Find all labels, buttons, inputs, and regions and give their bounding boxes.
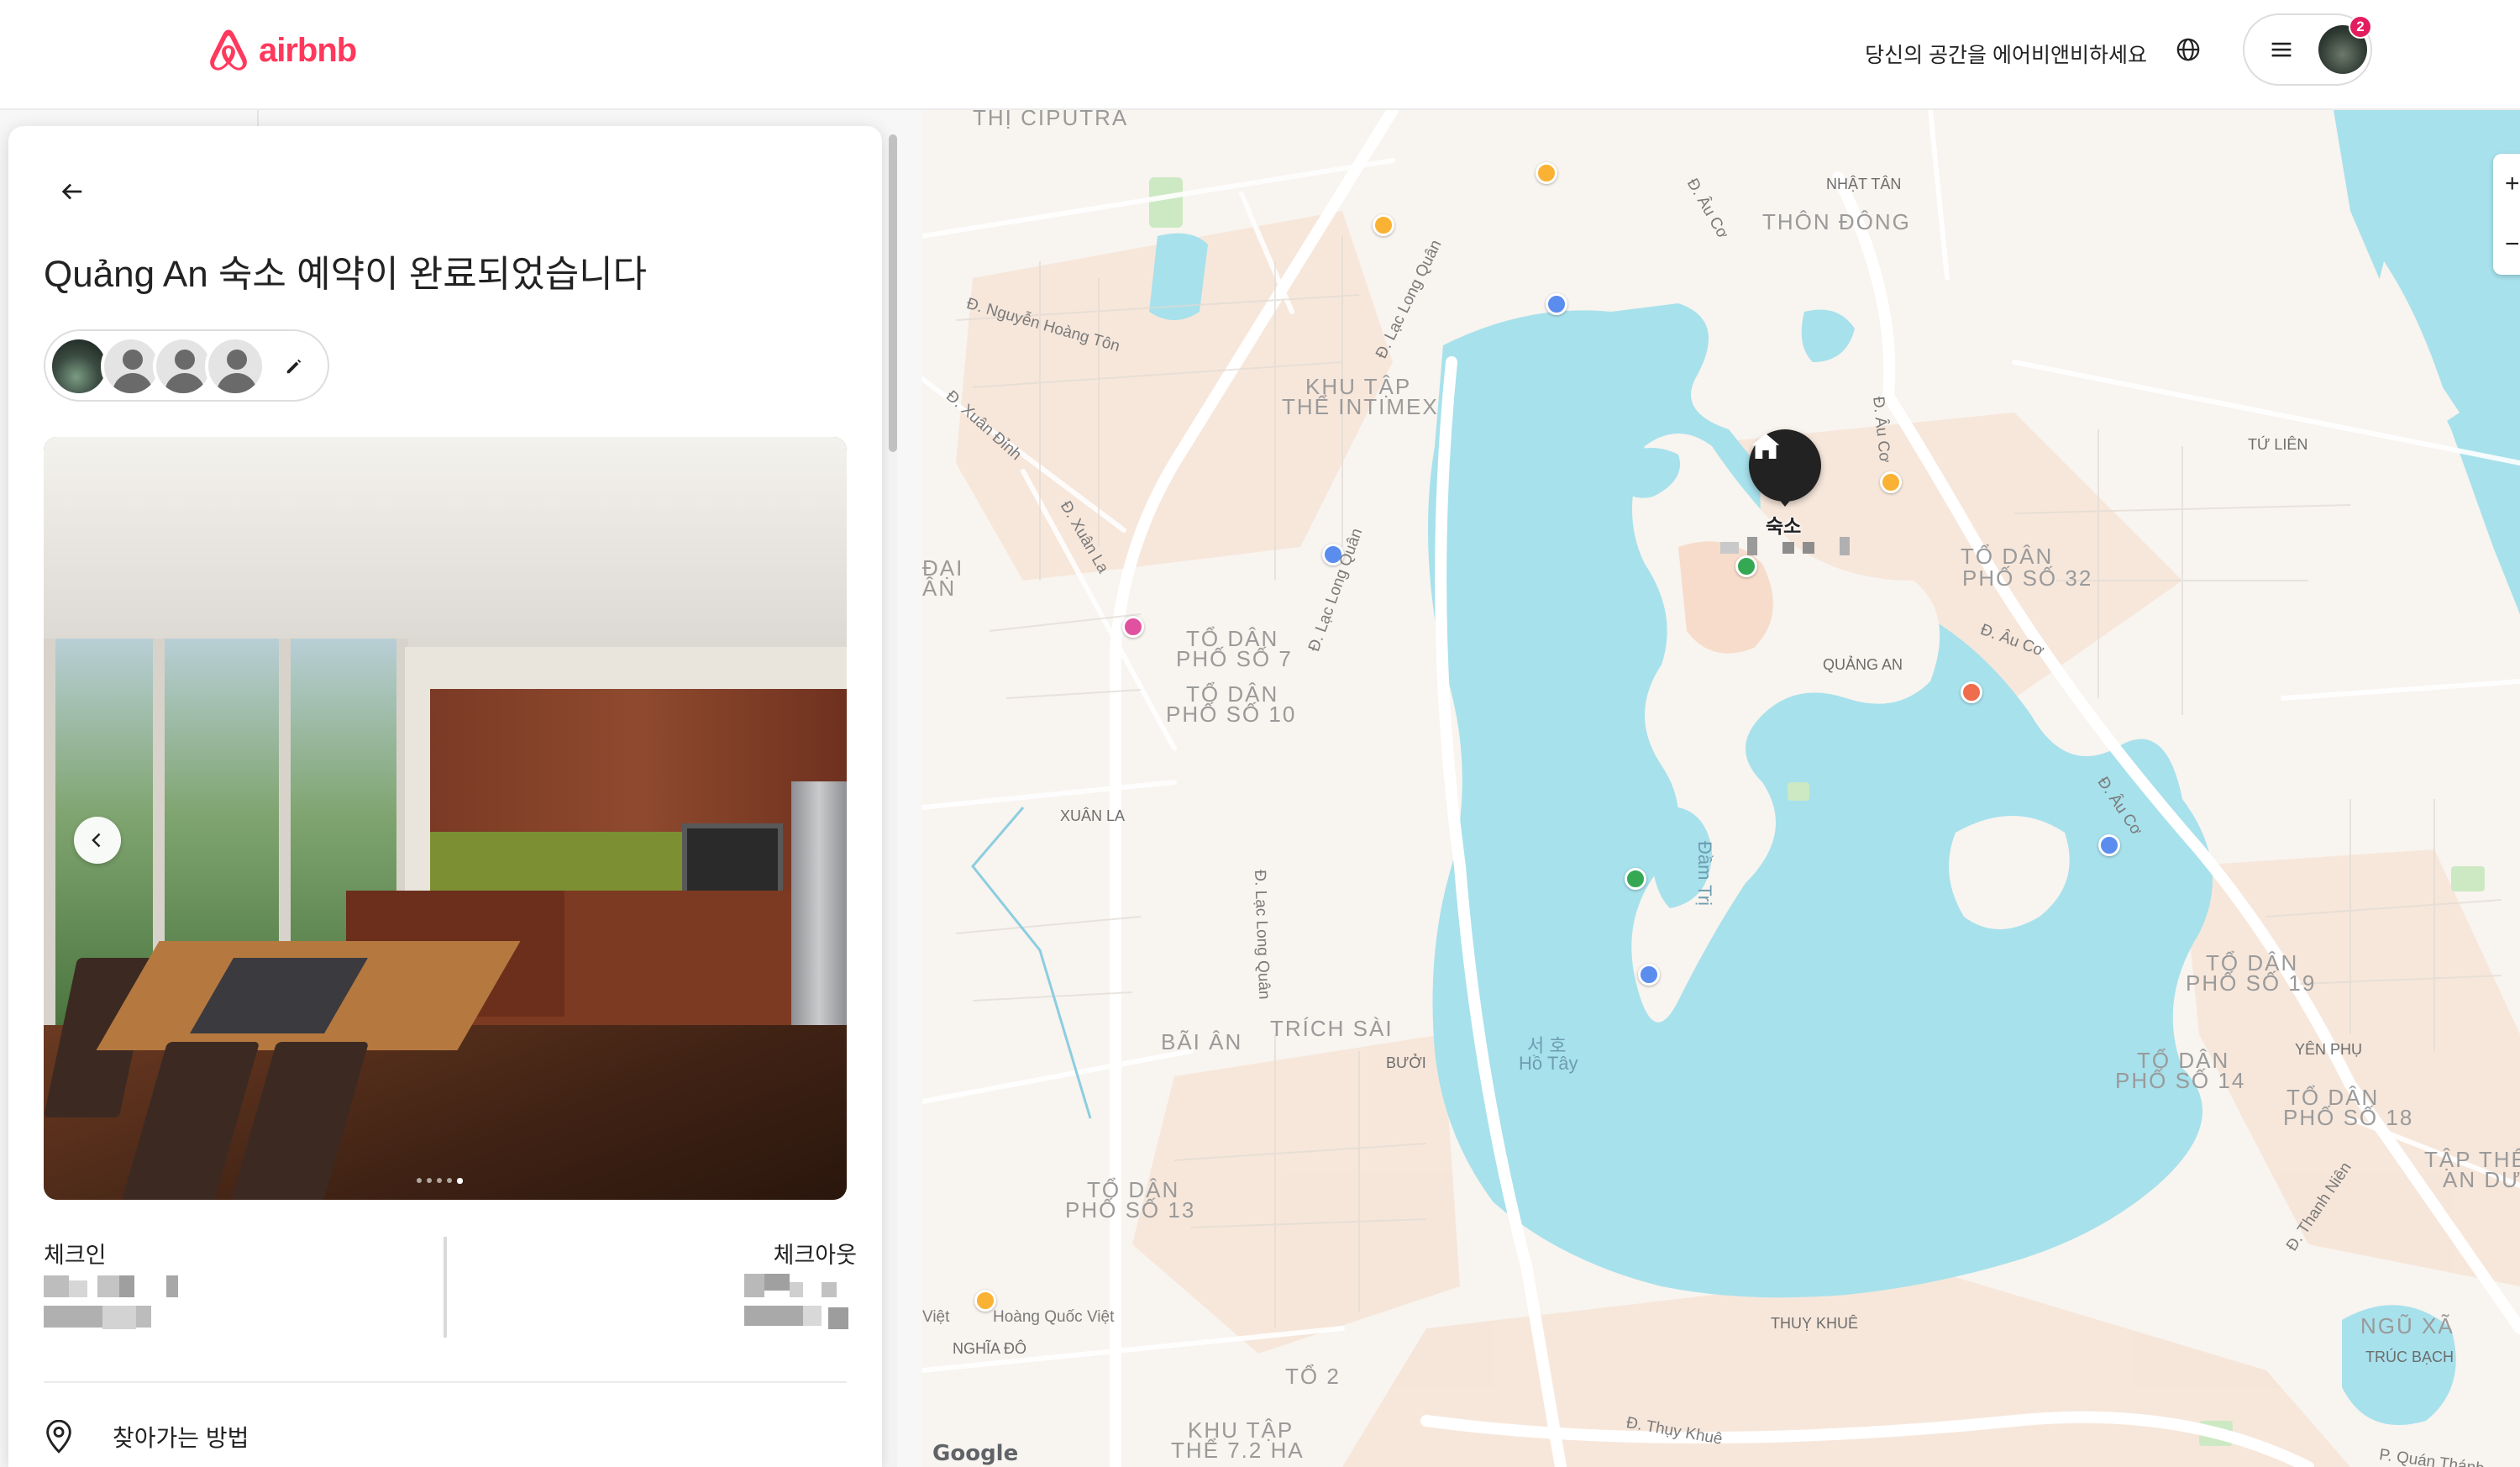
section-divider	[44, 1381, 847, 1383]
menu-icon	[2271, 42, 2292, 57]
map-label: THÔN ĐÔNG	[1762, 209, 1911, 234]
brand-name: airbnb	[259, 31, 357, 69]
map-zoom-controls[interactable]: + −	[2493, 154, 2520, 275]
listing-map-pin[interactable]	[1749, 429, 1821, 507]
map-label: YÊN PHỤ	[2295, 1041, 2363, 1058]
map-label: PHỐ SỐ 32	[1962, 565, 2093, 591]
map-label: BÃI ÂN	[1161, 1029, 1243, 1054]
poi-marker[interactable]	[1122, 616, 1144, 638]
map-label: PHỐ SỐ 7	[1176, 646, 1293, 671]
checkin-label: 체크인	[44, 1243, 107, 1268]
arrow-left-icon	[61, 183, 82, 200]
map-label: PHỐ SỐ 10	[1166, 702, 1297, 727]
carousel-dots	[417, 1178, 463, 1184]
scrollbar-thumb[interactable]	[889, 134, 897, 452]
map-label: QUẢNG AN	[1823, 656, 1903, 673]
map-label: PHỐ SỐ 13	[1065, 1197, 1196, 1222]
map-label: AN DƯ	[2443, 1167, 2520, 1192]
house-icon	[1751, 434, 1780, 459]
poi-marker[interactable]	[1735, 555, 1757, 577]
poi-marker[interactable]	[1625, 868, 1646, 890]
chevron-left-icon	[92, 833, 101, 848]
host-your-home-link[interactable]: 당신의 공간을 에어비앤비하세요	[1858, 34, 2154, 74]
page-title: Quảng An 숙소 예약이 완료되었습니다	[44, 254, 648, 295]
map-label: THỂ INTIMEX	[1282, 394, 1439, 419]
carousel-prev-button[interactable]	[74, 817, 121, 864]
poi-marker[interactable]	[1373, 214, 1394, 236]
map-label: Việt	[922, 1308, 950, 1326]
lake-label: Hồ Tây	[1519, 1053, 1578, 1074]
panel-scrollbar[interactable]	[889, 134, 897, 1467]
map-canvas	[922, 110, 2520, 1467]
map-label: PHỐ SỐ 18	[2283, 1105, 2414, 1130]
carousel-dot[interactable]	[457, 1178, 463, 1184]
map-label: TỔ 2	[1285, 1364, 1341, 1389]
map-pin-icon	[46, 1420, 71, 1454]
checkout-label: 체크아웃	[773, 1243, 857, 1268]
directions-row[interactable]: 찾아가는 방법	[44, 1420, 249, 1454]
airbnb-logo-icon	[210, 29, 247, 71]
carousel-dot[interactable]	[437, 1178, 442, 1183]
map-label: XUÂN LA	[1060, 807, 1126, 824]
map-label: TRÍCH SÀI	[1270, 1016, 1394, 1041]
map-label: BƯỞI	[1386, 1054, 1426, 1071]
edit-guests-button[interactable]	[277, 350, 311, 383]
map-label: THỂ 7.2 HA	[1171, 1438, 1305, 1463]
map-label: NGŨ XÃ	[2360, 1313, 2454, 1338]
guest-list[interactable]	[44, 329, 329, 402]
map-label: NGHĨA ĐÔ	[953, 1340, 1027, 1357]
notification-badge: 2	[2349, 15, 2372, 39]
poi-marker[interactable]	[1961, 681, 1982, 703]
map-label: Hoàng Quốc Việt	[993, 1308, 1115, 1326]
map-label: THUỴ KHUÊ	[1771, 1315, 1859, 1332]
google-attribution: Google	[932, 1441, 1019, 1466]
user-menu-button[interactable]: 2	[2243, 13, 2372, 86]
poi-marker[interactable]	[1638, 964, 1660, 986]
carousel-dot[interactable]	[427, 1178, 432, 1183]
carousel-dot[interactable]	[417, 1178, 422, 1183]
poi-marker[interactable]	[1880, 471, 1902, 493]
map-label: PHỐ SỐ 14	[2115, 1068, 2246, 1093]
listing-pin-label: 숙소	[1766, 515, 1802, 537]
zoom-in-button[interactable]: +	[2493, 154, 2520, 214]
map-view[interactable]: 숙소 NHẬT TÂN THÔN ĐÔNG THỊ CIPUTRA KHU TẬ…	[922, 110, 2520, 1467]
globe-icon	[2176, 38, 2200, 61]
map-label: THỊ CIPUTRA	[973, 110, 1129, 130]
directions-label: 찾아가는 방법	[113, 1425, 249, 1451]
map-label: ÂN	[922, 576, 957, 601]
airbnb-logo[interactable]: airbnb	[205, 27, 357, 74]
map-label: PHỐ SỐ 19	[2186, 970, 2317, 996]
guest-avatar-placeholder	[205, 336, 265, 397]
poi-marker[interactable]	[1546, 293, 1567, 315]
map-label: TRÚC BẠCH	[2365, 1349, 2454, 1365]
language-button[interactable]	[2167, 29, 2209, 71]
back-button[interactable]	[47, 166, 97, 217]
zoom-out-button[interactable]: −	[2493, 214, 2520, 275]
map-label: NHẬT TÂN	[1826, 176, 1902, 192]
carousel-dot[interactable]	[447, 1178, 452, 1183]
map-label: TỨ LIÊN	[2248, 436, 2308, 453]
poi-marker[interactable]	[2098, 834, 2120, 856]
trip-details-panel: Quảng An 숙소 예약이 완료되었습니다 체크인 체크아웃 찾아가는 방법	[8, 126, 882, 1467]
pencil-icon	[286, 359, 302, 374]
top-header: airbnb 당신의 공간을 에어비앤비하세요 2	[0, 0, 2520, 110]
listing-photo-carousel[interactable]	[44, 437, 847, 1200]
user-avatar: 2	[2318, 15, 2372, 74]
poi-marker[interactable]	[1536, 162, 1557, 184]
checkin-checkout-divider	[444, 1237, 447, 1338]
lake-label: Đầm Trị	[1694, 841, 1715, 906]
